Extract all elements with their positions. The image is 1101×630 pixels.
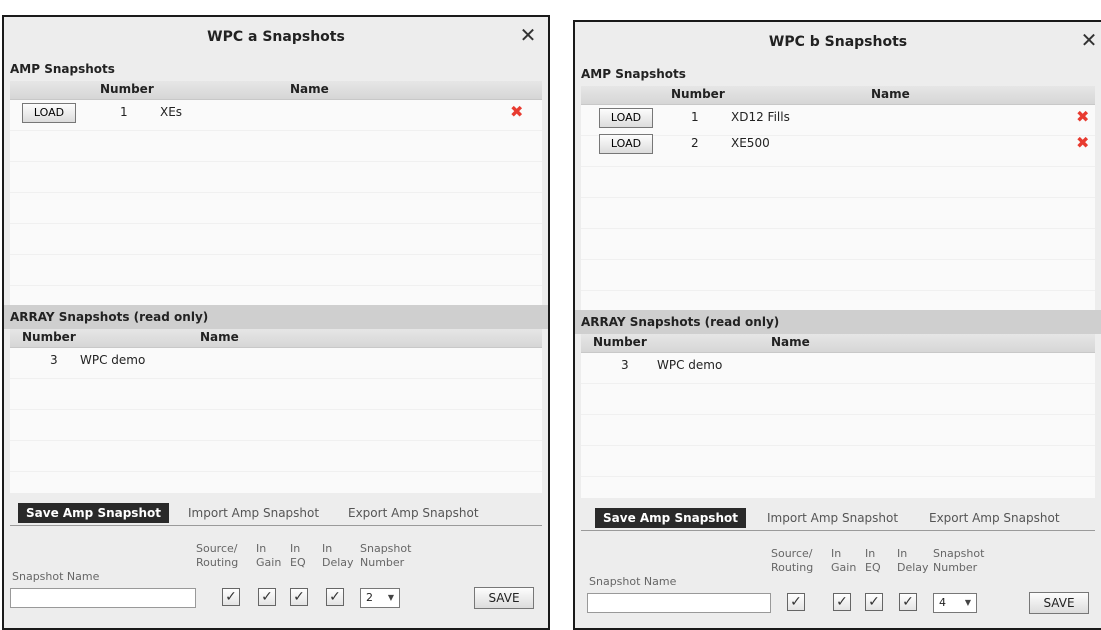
- tab-export-amp-snapshot[interactable]: Export Amp Snapshot: [921, 508, 1068, 528]
- array-col-number: Number: [22, 330, 76, 344]
- in-eq-checkbox[interactable]: ✓: [865, 593, 883, 611]
- in-eq-label-line2: EQ: [290, 556, 306, 569]
- snapshot-name: XD12 Fills: [731, 110, 790, 124]
- load-button[interactable]: LOAD: [22, 103, 76, 123]
- source-routing-label-line1: Source/: [771, 547, 813, 560]
- snapshot-tabs: Save Amp Snapshot Import Amp Snapshot Ex…: [581, 506, 1095, 531]
- in-eq-label-line2: EQ: [865, 561, 881, 574]
- in-gain-checkbox[interactable]: ✓: [258, 588, 276, 606]
- tab-save-amp-snapshot[interactable]: Save Amp Snapshot: [595, 508, 746, 528]
- amp-col-number: Number: [100, 82, 154, 96]
- amp-snapshot-row: LOAD 1 XEs ✖: [10, 100, 542, 126]
- in-gain-label-line2: Gain: [831, 561, 857, 574]
- snapshot-number: 3: [621, 358, 629, 372]
- snapshot-name-input[interactable]: [587, 593, 771, 613]
- delete-icon[interactable]: ✖: [1076, 133, 1089, 153]
- chevron-down-icon: ▼: [387, 593, 394, 602]
- snapshot-number-label-line2: Number: [933, 561, 978, 574]
- dialog-title: WPC a Snapshots: [207, 29, 345, 45]
- tab-import-amp-snapshot[interactable]: Import Amp Snapshot: [180, 503, 327, 523]
- in-gain-checkbox[interactable]: ✓: [833, 593, 851, 611]
- in-delay-label-line1: In: [897, 547, 908, 560]
- close-icon[interactable]: ✕: [1079, 22, 1099, 62]
- in-eq-checkbox[interactable]: ✓: [290, 588, 308, 606]
- amp-section-title: AMP Snapshots: [10, 62, 115, 76]
- snapshot-tabs: Save Amp Snapshot Import Amp Snapshot Ex…: [10, 501, 542, 526]
- array-section-title: ARRAY Snapshots (read only): [575, 310, 1101, 334]
- delete-icon[interactable]: ✖: [510, 102, 523, 122]
- in-gain-label-line1: In: [256, 542, 267, 555]
- save-amp-snapshot-panel: Snapshot Name Source/ Routing In Gain In…: [575, 531, 1101, 621]
- snapshots-dialog-wpc-b: WPC b Snapshots ✕ AMP Snapshots Number N…: [573, 20, 1101, 630]
- save-button[interactable]: SAVE: [1029, 592, 1089, 614]
- in-delay-checkbox[interactable]: ✓: [326, 588, 344, 606]
- save-amp-snapshot-panel: Snapshot Name Source/ Routing In Gain In…: [4, 526, 548, 616]
- snapshot-number-label-line1: Snapshot: [360, 542, 412, 555]
- source-routing-label-line2: Routing: [771, 561, 814, 574]
- snapshot-name-input[interactable]: [10, 588, 196, 608]
- array-col-name: Name: [771, 335, 810, 349]
- amp-snapshot-list: LOAD 1 XD12 Fills ✖ LOAD 2 XE500 ✖: [581, 105, 1095, 310]
- array-snapshot-list: 3 WPC demo: [10, 348, 542, 493]
- array-column-header: Number Name: [581, 334, 1095, 353]
- tab-save-amp-snapshot[interactable]: Save Amp Snapshot: [18, 503, 169, 523]
- snapshot-name: WPC demo: [80, 353, 146, 367]
- array-column-header: Number Name: [10, 329, 542, 348]
- in-delay-label-line2: Delay: [322, 556, 354, 569]
- source-routing-checkbox[interactable]: ✓: [222, 588, 240, 606]
- source-routing-label-line2: Routing: [196, 556, 239, 569]
- save-button[interactable]: SAVE: [474, 587, 534, 609]
- snapshots-dialog-wpc-a: WPC a Snapshots ✕ AMP Snapshots Number N…: [2, 15, 550, 630]
- amp-col-name: Name: [871, 87, 910, 101]
- amp-snapshot-list: LOAD 1 XEs ✖: [10, 100, 542, 305]
- array-col-number: Number: [593, 335, 647, 349]
- snapshot-number-label-line1: Snapshot: [933, 547, 985, 560]
- in-delay-label-line1: In: [322, 542, 333, 555]
- amp-snapshot-row: LOAD 1 XD12 Fills ✖: [581, 105, 1095, 131]
- tab-import-amp-snapshot[interactable]: Import Amp Snapshot: [759, 508, 906, 528]
- amp-section-title: AMP Snapshots: [581, 67, 686, 81]
- snapshot-number-value: 2: [366, 591, 373, 604]
- snapshot-number-label-line2: Number: [360, 556, 405, 569]
- in-delay-label-line2: Delay: [897, 561, 929, 574]
- in-eq-label-line1: In: [290, 542, 301, 555]
- snapshot-name: WPC demo: [657, 358, 723, 372]
- snapshot-number: 3: [50, 353, 58, 367]
- array-snapshot-row: 3 WPC demo: [10, 348, 542, 374]
- snapshot-number-value: 4: [939, 596, 946, 609]
- in-gain-label-line2: Gain: [256, 556, 282, 569]
- snapshot-name: XE500: [731, 136, 770, 150]
- in-delay-checkbox[interactable]: ✓: [899, 593, 917, 611]
- source-routing-label-line1: Source/: [196, 542, 238, 555]
- amp-column-header: Number Name: [581, 86, 1095, 105]
- in-eq-label-line1: In: [865, 547, 876, 560]
- delete-icon[interactable]: ✖: [1076, 107, 1089, 127]
- chevron-down-icon: ▼: [964, 598, 971, 607]
- snapshot-number: 1: [691, 110, 699, 124]
- snapshot-number: 1: [120, 105, 128, 119]
- close-icon[interactable]: ✕: [518, 17, 538, 57]
- amp-col-number: Number: [671, 87, 725, 101]
- source-routing-checkbox[interactable]: ✓: [787, 593, 805, 611]
- load-button[interactable]: LOAD: [599, 134, 653, 154]
- load-button[interactable]: LOAD: [599, 108, 653, 128]
- snapshot-number-select[interactable]: 4 ▼: [933, 593, 977, 613]
- snapshot-name-label: Snapshot Name: [12, 570, 100, 583]
- array-snapshot-list: 3 WPC demo: [581, 353, 1095, 498]
- array-snapshot-row: 3 WPC demo: [581, 353, 1095, 379]
- tab-export-amp-snapshot[interactable]: Export Amp Snapshot: [340, 503, 487, 523]
- dialog-title-bar: WPC b Snapshots ✕: [575, 22, 1101, 62]
- snapshot-number-select[interactable]: 2 ▼: [360, 588, 400, 608]
- array-col-name: Name: [200, 330, 239, 344]
- amp-col-name: Name: [290, 82, 329, 96]
- snapshot-name-label: Snapshot Name: [589, 575, 677, 588]
- array-section-title: ARRAY Snapshots (read only): [4, 305, 548, 329]
- dialog-title: WPC b Snapshots: [768, 34, 908, 50]
- in-gain-label-line1: In: [831, 547, 842, 560]
- amp-column-header: Number Name: [10, 81, 542, 100]
- snapshot-name: XEs: [160, 105, 183, 119]
- snapshot-number: 2: [691, 136, 699, 150]
- amp-snapshot-row: LOAD 2 XE500 ✖: [581, 131, 1095, 157]
- dialog-title-bar: WPC a Snapshots ✕: [4, 17, 548, 57]
